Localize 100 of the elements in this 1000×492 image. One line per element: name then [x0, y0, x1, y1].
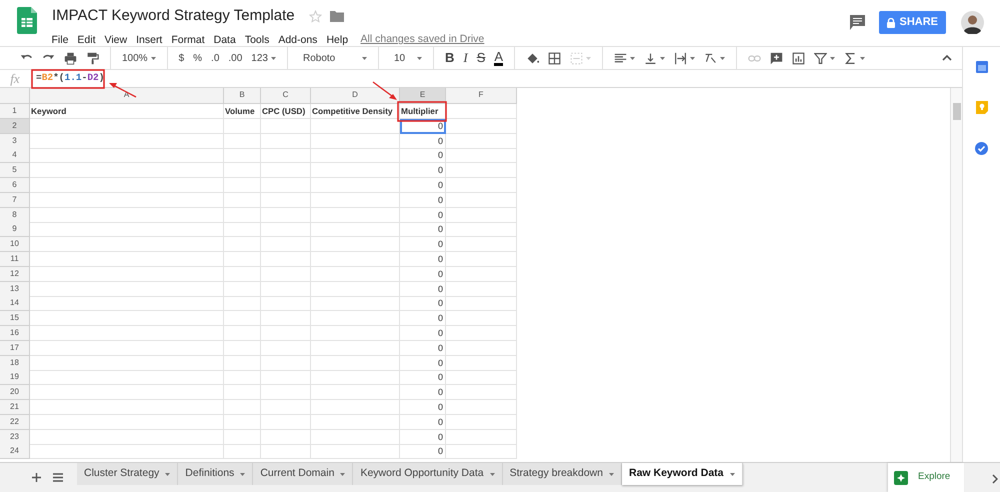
- table-cell[interactable]: [261, 252, 311, 267]
- table-cell[interactable]: [311, 444, 400, 460]
- table-cell[interactable]: [30, 400, 224, 415]
- table-cell[interactable]: [311, 178, 400, 193]
- table-cell[interactable]: Volume: [224, 104, 261, 119]
- table-cell[interactable]: [224, 356, 261, 371]
- table-cell[interactable]: [30, 148, 224, 164]
- row-header[interactable]: 15: [0, 311, 30, 326]
- table-cell[interactable]: [224, 163, 261, 178]
- menu-item[interactable]: Edit: [72, 32, 100, 47]
- comment-icon[interactable]: [850, 15, 866, 30]
- table-cell[interactable]: [446, 163, 517, 178]
- menu-item[interactable]: Add-ons: [274, 32, 322, 47]
- toolbar-button[interactable]: %: [191, 48, 204, 68]
- column-header[interactable]: F: [446, 88, 517, 104]
- row-header[interactable]: 18: [0, 356, 30, 371]
- dropdown-button[interactable]: 10: [388, 48, 424, 68]
- table-cell[interactable]: 0: [400, 414, 446, 430]
- table-cell[interactable]: Competitive Density: [311, 104, 400, 119]
- table-cell[interactable]: [446, 356, 517, 371]
- sheet-tab[interactable]: Definitions: [178, 463, 254, 485]
- menu-item[interactable]: Help: [322, 32, 353, 47]
- avatar[interactable]: [961, 11, 984, 34]
- table-cell[interactable]: 0: [400, 385, 446, 400]
- table-cell[interactable]: [30, 311, 224, 326]
- table-cell[interactable]: [446, 370, 517, 386]
- table-cell[interactable]: 0: [400, 311, 446, 326]
- table-cell[interactable]: [446, 208, 517, 223]
- column-header[interactable]: B: [224, 88, 261, 104]
- table-cell[interactable]: [311, 266, 400, 282]
- table-cell[interactable]: [446, 311, 517, 326]
- table-cell[interactable]: 0: [400, 430, 446, 445]
- table-cell[interactable]: 0: [400, 192, 446, 208]
- table-cell[interactable]: [446, 222, 517, 238]
- table-cell[interactable]: [30, 192, 224, 208]
- table-cell[interactable]: [30, 326, 224, 341]
- row-header[interactable]: 21: [0, 400, 30, 415]
- table-cell[interactable]: [224, 444, 261, 460]
- dropdown-button[interactable]: Roboto: [296, 48, 369, 68]
- row-header[interactable]: 14: [0, 296, 30, 312]
- table-cell[interactable]: 0: [400, 163, 446, 178]
- table-cell[interactable]: [446, 340, 517, 356]
- table-cell[interactable]: [224, 266, 261, 282]
- table-cell[interactable]: [261, 296, 311, 312]
- table-cell[interactable]: [446, 400, 517, 415]
- formula-text[interactable]: =B2*(1.1-D2): [30, 71, 104, 86]
- table-cell[interactable]: [311, 296, 400, 312]
- scrollbar[interactable]: [950, 88, 962, 462]
- table-cell[interactable]: [30, 385, 224, 400]
- table-cell[interactable]: [224, 148, 261, 164]
- row-header[interactable]: 8: [0, 208, 30, 223]
- row-header[interactable]: 24: [0, 444, 30, 460]
- table-cell[interactable]: [446, 237, 517, 252]
- table-cell[interactable]: [261, 266, 311, 282]
- table-cell[interactable]: [311, 192, 400, 208]
- row-header[interactable]: 19: [0, 370, 30, 386]
- table-cell[interactable]: [224, 430, 261, 445]
- table-cell[interactable]: [311, 222, 400, 238]
- table-cell[interactable]: [30, 430, 224, 445]
- menu-item[interactable]: Format: [166, 32, 210, 47]
- table-cell[interactable]: [224, 252, 261, 267]
- table-cell[interactable]: [224, 340, 261, 356]
- dropdown-button[interactable]: 100%: [120, 48, 158, 68]
- toolbar-button[interactable]: $: [176, 48, 186, 68]
- row-header[interactable]: 23: [0, 430, 30, 445]
- table-cell[interactable]: [311, 163, 400, 178]
- table-cell[interactable]: [224, 385, 261, 400]
- table-cell[interactable]: 0: [400, 296, 446, 312]
- table-cell[interactable]: [446, 326, 517, 341]
- table-cell[interactable]: [30, 296, 224, 312]
- bold-button[interactable]: B: [442, 48, 456, 68]
- row-header[interactable]: 5: [0, 163, 30, 178]
- row-header[interactable]: 10: [0, 237, 30, 252]
- row-header[interactable]: 20: [0, 385, 30, 400]
- table-cell[interactable]: [446, 148, 517, 164]
- table-cell[interactable]: 0: [400, 326, 446, 341]
- table-cell[interactable]: [30, 134, 224, 149]
- table-cell[interactable]: 0: [400, 134, 446, 149]
- table-cell[interactable]: [446, 282, 517, 297]
- table-cell[interactable]: [446, 118, 517, 134]
- sheets-logo-icon[interactable]: [17, 7, 37, 34]
- table-cell[interactable]: [261, 148, 311, 164]
- table-cell[interactable]: 0: [400, 266, 446, 282]
- row-header[interactable]: 17: [0, 340, 30, 356]
- table-cell[interactable]: [30, 356, 224, 371]
- table-cell[interactable]: [311, 237, 400, 252]
- table-cell[interactable]: [311, 134, 400, 149]
- table-cell[interactable]: 0: [400, 178, 446, 193]
- table-cell[interactable]: 0: [400, 356, 446, 371]
- table-cell[interactable]: [261, 282, 311, 297]
- table-cell[interactable]: [311, 118, 400, 134]
- toolbar-button[interactable]: .00: [226, 48, 244, 68]
- row-header[interactable]: 11: [0, 252, 30, 267]
- column-header[interactable]: D: [311, 88, 400, 104]
- table-cell[interactable]: [311, 326, 400, 341]
- table-cell[interactable]: 0: [400, 444, 446, 460]
- table-cell[interactable]: [224, 192, 261, 208]
- table-cell[interactable]: 0: [400, 370, 446, 386]
- table-cell[interactable]: [446, 104, 517, 119]
- text-color-button[interactable]: A: [492, 48, 506, 68]
